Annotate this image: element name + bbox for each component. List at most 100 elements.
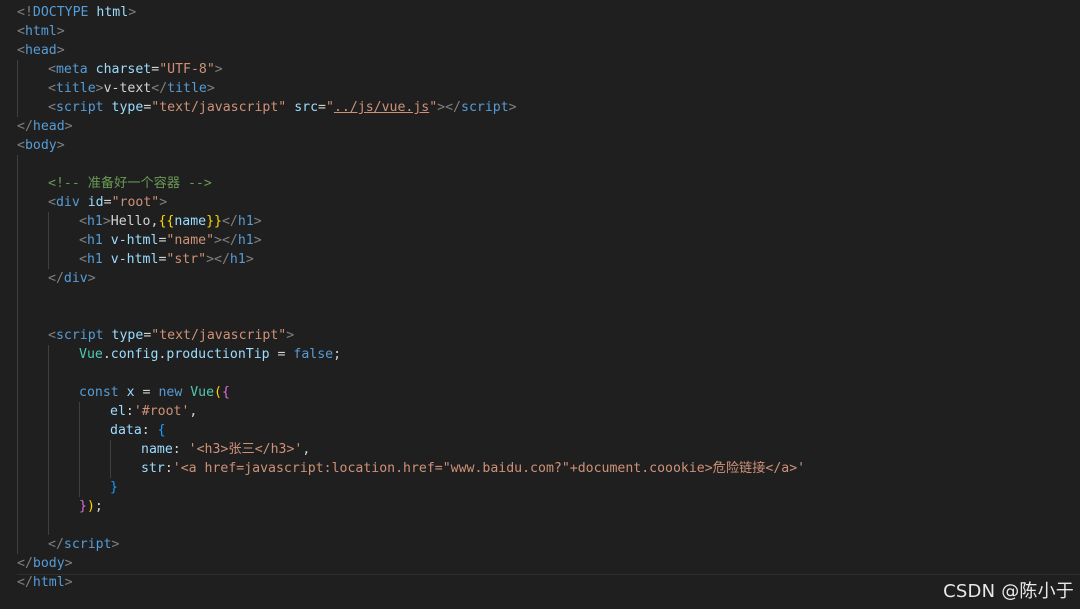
code-area[interactable]: <!DOCTYPE html> <html> <head> <meta charset… (17, 3, 1080, 592)
code-token: > (253, 233, 262, 248)
code-token: { (222, 385, 230, 400)
code-token: const (79, 385, 119, 400)
code-line[interactable]: <script type="text/javascript" src="../j… (17, 98, 1080, 117)
code-line[interactable]: </script> (17, 535, 1080, 554)
indent-guide (17, 155, 18, 174)
code-line[interactable]: data: { (17, 421, 1080, 440)
code-token: body (32, 556, 65, 571)
code-line[interactable]: <script type="text/javascript"> (17, 326, 1080, 345)
code-token: </a>' (765, 461, 806, 476)
code-token: } (79, 499, 87, 514)
code-line[interactable]: <body> (17, 136, 1080, 155)
code-line[interactable]: el:'#root', (17, 402, 1080, 421)
code-line[interactable]: <html> (17, 22, 1080, 41)
code-token: > (206, 81, 215, 96)
indent-guide (79, 421, 80, 440)
code-token: Vue (190, 385, 215, 400)
code-line[interactable]: <meta charset="UTF-8"> (17, 60, 1080, 79)
code-token: "text/javascript" (151, 100, 287, 115)
code-line[interactable]: </body> (17, 554, 1080, 573)
code-token: </ (48, 271, 64, 286)
code-token: h1 (86, 252, 103, 267)
code-line[interactable] (17, 364, 1080, 383)
code-token: < (48, 195, 56, 210)
indent-guide (48, 250, 49, 269)
code-line[interactable]: <title>v-text</title> (17, 79, 1080, 98)
code-token: ; (94, 499, 103, 514)
code-token: ></ (214, 233, 238, 248)
indent-guide (17, 79, 18, 98)
code-line[interactable]: Vue.config.productionTip = false; (17, 345, 1080, 364)
code-token: }} (206, 214, 222, 229)
code-token: h1 (229, 252, 246, 267)
code-token: h1 (86, 214, 103, 229)
code-line[interactable] (17, 155, 1080, 174)
code-line[interactable]: <head> (17, 41, 1080, 60)
code-line[interactable]: </html> (17, 573, 1080, 592)
code-line[interactable]: <h1 v-html="name"></h1> (17, 231, 1080, 250)
code-token: v-html (110, 233, 159, 248)
code-token: v-html (110, 252, 159, 267)
code-token: > (253, 214, 262, 229)
code-line[interactable]: name: '<h3>张三</h3>', (17, 440, 1080, 459)
code-line[interactable]: <!-- 准备好一个容器 --> (17, 174, 1080, 193)
code-token: <! (17, 5, 33, 20)
code-line[interactable]: } (17, 478, 1080, 497)
code-token: </ (17, 556, 33, 571)
indent-guide (48, 497, 49, 516)
indent-guide (17, 478, 18, 497)
code-line[interactable]: <!DOCTYPE html> (17, 3, 1080, 22)
code-token: = (151, 62, 160, 77)
code-token: head (24, 43, 57, 58)
code-line[interactable]: str:'<a href=javascript:location.href="w… (17, 459, 1080, 478)
code-token: <!-- (48, 176, 88, 191)
code-line[interactable]: <div id="root"> (17, 193, 1080, 212)
code-token: < (48, 81, 56, 96)
code-token: </ (48, 537, 64, 552)
code-token: config (110, 347, 159, 362)
code-token: data (110, 423, 142, 438)
code-token: id (87, 195, 104, 210)
code-line[interactable]: </head> (17, 117, 1080, 136)
code-line[interactable] (17, 307, 1080, 326)
code-line[interactable]: <h1 v-html="str"></h1> (17, 250, 1080, 269)
indent-guide (17, 535, 18, 554)
code-token: type (111, 328, 144, 343)
code-line[interactable]: const x = new Vue({ (17, 383, 1080, 402)
code-editor[interactable]: <!DOCTYPE html> <html> <head> <meta charset… (0, 0, 1080, 609)
code-token: meta (55, 62, 88, 77)
code-token: = (318, 100, 326, 115)
code-token: "text/javascript" (151, 328, 287, 343)
code-token: > (95, 81, 104, 96)
code-token: head (32, 119, 65, 134)
indent-guide (48, 440, 49, 459)
code-token: html (96, 5, 129, 20)
code-token: "UTF-8" (159, 62, 215, 77)
code-token: < (48, 62, 56, 77)
code-token: : (125, 404, 134, 419)
code-line[interactable] (17, 516, 1080, 535)
code-token: </ (17, 575, 33, 590)
indent-guide (17, 497, 18, 516)
code-token: > (508, 100, 517, 115)
code-token: ../js/vue.js (333, 100, 430, 115)
code-token: productionTip (166, 347, 270, 362)
code-line[interactable]: }); (17, 497, 1080, 516)
code-token: '#root' (133, 404, 190, 419)
code-token: ></ (437, 100, 461, 115)
indent-guide (79, 459, 80, 478)
indent-guide (17, 60, 18, 79)
code-line[interactable]: </div> (17, 269, 1080, 288)
code-token: "root" (111, 195, 160, 210)
code-token: script (461, 100, 509, 115)
indent-guide (48, 364, 49, 383)
code-token: '<a href=javascript:location.href="www.b… (172, 461, 713, 476)
code-token: > (111, 537, 120, 552)
code-token: > (286, 328, 295, 343)
code-line[interactable]: <h1>Hello,{{name}}</h1> (17, 212, 1080, 231)
code-line[interactable] (17, 288, 1080, 307)
